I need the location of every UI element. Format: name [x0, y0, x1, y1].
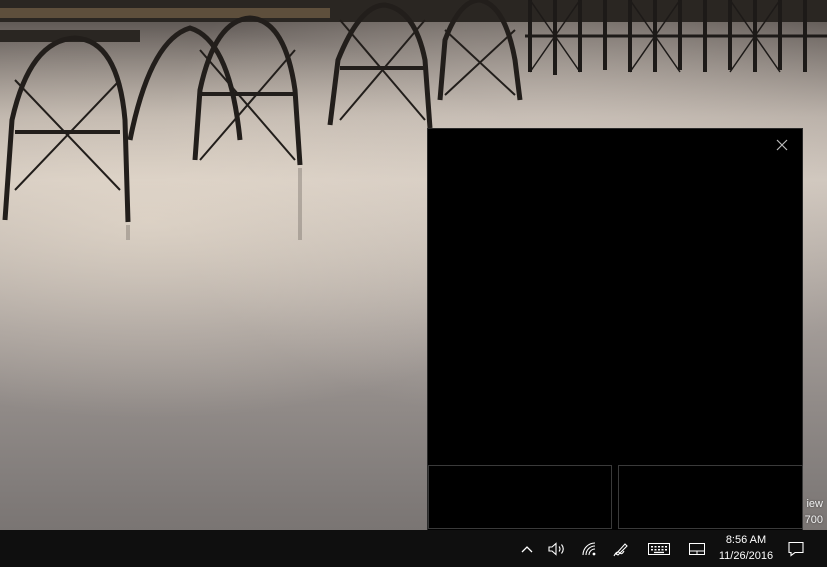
watermark-text: iew	[806, 498, 823, 510]
touch-keyboard-icon	[648, 542, 670, 555]
pen-workspace-icon	[613, 542, 628, 556]
volume-icon	[548, 541, 564, 556]
chevron-up-icon	[521, 545, 533, 552]
network-icon	[582, 541, 596, 555]
action-center-icon	[788, 541, 804, 557]
touchpad-button[interactable]	[686, 530, 708, 567]
clock-date: 11/26/2016	[718, 550, 774, 562]
close-icon	[776, 139, 788, 151]
virtual-touchpad-flyout[interactable]	[427, 128, 803, 532]
windows-ink-workspace-button[interactable]	[610, 530, 632, 567]
watermark-build: 700	[804, 514, 823, 526]
taskbar: 8:56 AM 11/26/2016	[0, 530, 827, 567]
touchpad-icon	[689, 542, 705, 555]
touchpad-buttons	[428, 465, 803, 531]
touchpad-left-button[interactable]	[428, 465, 612, 529]
clock-time: 8:56 AM	[725, 534, 767, 546]
action-center-button[interactable]	[784, 530, 808, 567]
touch-keyboard-button[interactable]	[644, 530, 674, 567]
show-hidden-icons-button[interactable]	[518, 530, 536, 567]
network-button[interactable]	[578, 530, 600, 567]
close-button[interactable]	[772, 135, 792, 155]
clock[interactable]: 8:56 AM 11/26/2016	[714, 532, 778, 565]
touchpad-right-button[interactable]	[618, 465, 803, 529]
volume-button[interactable]	[546, 530, 568, 567]
